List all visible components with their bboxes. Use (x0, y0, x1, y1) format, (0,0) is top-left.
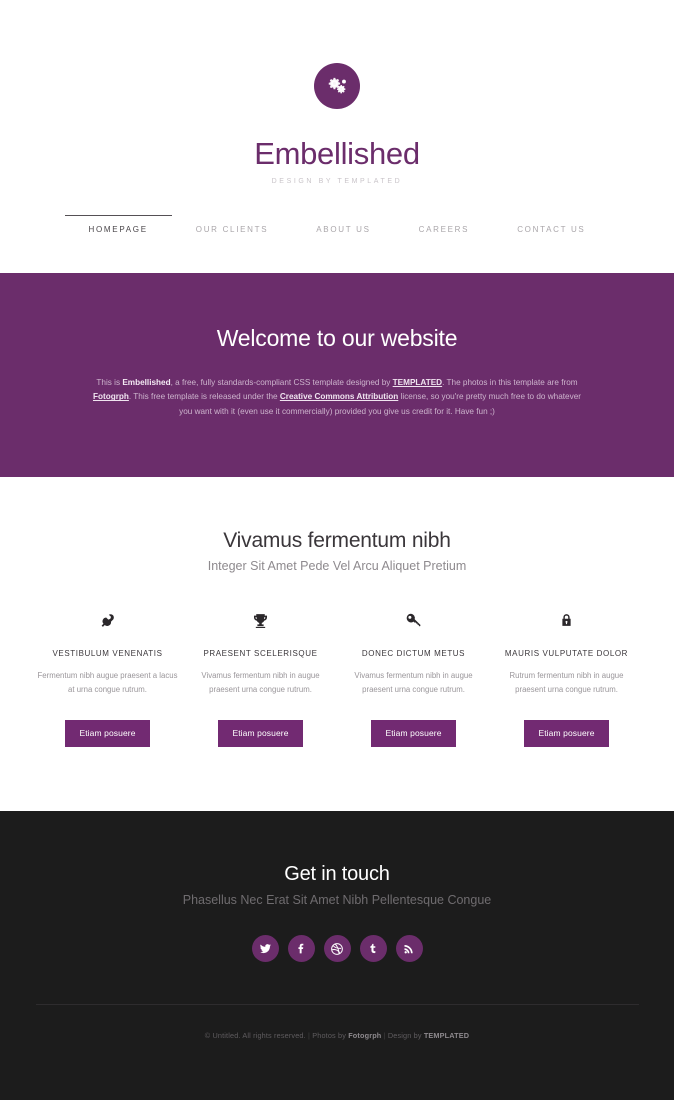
banner-text-part-2: , a free, fully standards-compliant CSS … (170, 378, 393, 388)
cogs-icon (326, 75, 348, 97)
copyright-photos-label: Photos by (312, 1031, 349, 1041)
banner-brand-name: Embellished (122, 378, 171, 388)
link-creative-commons[interactable]: Creative Commons Attribution (280, 392, 398, 401)
social-links (0, 935, 674, 963)
credit-fotogrph[interactable]: Fotogrph (348, 1031, 381, 1040)
feature-description: Vivamus fermentum nibh in augue praesent… (201, 671, 320, 694)
feature-title: MAURIS VULPUTATE DOLOR (504, 649, 629, 659)
features-heading: Vivamus fermentum nibh (223, 529, 451, 553)
banner-text-part-3: . The photos in this template are from (442, 378, 578, 388)
features-subheading: Integer Sit Amet Pede Vel Arcu Aliquet P… (207, 559, 467, 574)
wrench-icon (37, 609, 178, 631)
copyright-rights: © Untitled. All rights reserved. (204, 1031, 306, 1041)
nav-item-about-us[interactable]: ABOUT US (292, 215, 394, 238)
social-link-twitter[interactable] (251, 935, 279, 963)
nav-item-careers[interactable]: CAREERS (395, 215, 494, 238)
logo-badge[interactable] (314, 63, 360, 109)
feature-button[interactable]: Etiam posuere (65, 720, 150, 748)
copyright-design-label: Design by (387, 1031, 424, 1041)
feature-description: Rutrum fermentum nibh in augue praesent … (509, 671, 624, 694)
footer-heading: Get in touch (284, 863, 390, 886)
banner-text-part-4: . This free template is released under t… (128, 392, 280, 402)
site-tagline: DESIGN BY TEMPLATED (271, 178, 403, 186)
banner-text-part-1: This is (96, 378, 123, 388)
feature-button[interactable]: Etiam posuere (218, 720, 303, 748)
site-title: Embellished (254, 136, 420, 171)
feature-title: VESTIBULUM VENENATIS (52, 649, 163, 659)
link-templated[interactable]: TEMPLATED (393, 378, 442, 387)
feature-column: VESTIBULUM VENENATIS Fermentum nibh augu… (31, 609, 184, 748)
feature-title: PRAESENT SCELERISQUE (203, 649, 318, 659)
twitter-icon (259, 942, 272, 955)
banner-description: This is Embellished, a free, fully stand… (81, 376, 593, 419)
welcome-banner: Welcome to our website This is Embellish… (0, 273, 674, 478)
social-link-rss[interactable] (395, 935, 423, 963)
nav-item-contact-us[interactable]: CONTACT US (493, 215, 609, 238)
dribbble-icon (330, 942, 344, 956)
key-icon (343, 609, 484, 631)
rss-icon (403, 943, 415, 955)
feature-column: MAURIS VULPUTATE DOLOR Rutrum fermentum … (490, 609, 643, 748)
facebook-icon (295, 942, 308, 955)
feature-button[interactable]: Etiam posuere (371, 720, 456, 748)
social-link-tumblr[interactable] (359, 935, 387, 963)
nav-item-our-clients[interactable]: OUR CLIENTS (172, 215, 293, 238)
footer-divider (35, 1004, 639, 1006)
tumblr-icon (367, 942, 379, 955)
trophy-icon (190, 609, 331, 631)
feature-title: DONEC DICTUM METUS (361, 649, 466, 659)
social-link-facebook[interactable] (287, 935, 315, 963)
feature-column: DONEC DICTUM METUS Vivamus fermentum nib… (337, 609, 490, 748)
feature-description: Fermentum nibh augue praesent a lacus at… (37, 671, 178, 694)
site-header: Embellished DESIGN BY TEMPLATED HOMEPAGE… (0, 0, 674, 274)
feature-button[interactable]: Etiam posuere (524, 720, 609, 748)
footer-subheading: Phasellus Nec Erat Sit Amet Nibh Pellent… (182, 893, 492, 908)
site-footer: Get in touch Phasellus Nec Erat Sit Amet… (0, 811, 674, 1101)
copyright-text: © Untitled. All rights reserved. | Photo… (0, 1031, 674, 1040)
feature-description: Vivamus fermentum nibh in augue praesent… (354, 671, 473, 694)
link-fotogrph[interactable]: Fotogrph (93, 392, 129, 401)
feature-column: PRAESENT SCELERISQUE Vivamus fermentum n… (184, 609, 337, 748)
banner-heading: Welcome to our website (216, 325, 458, 352)
nav-item-homepage[interactable]: HOMEPAGE (64, 215, 172, 238)
lock-icon (496, 609, 637, 631)
social-link-dribbble[interactable] (323, 935, 351, 963)
credit-templated[interactable]: TEMPLATED (424, 1031, 469, 1040)
features-section: Vivamus fermentum nibh Integer Sit Amet … (0, 477, 674, 812)
features-row: VESTIBULUM VENENATIS Fermentum nibh augu… (0, 609, 674, 748)
main-navigation: HOMEPAGE OUR CLIENTS ABOUT US CAREERS CO… (0, 215, 674, 273)
